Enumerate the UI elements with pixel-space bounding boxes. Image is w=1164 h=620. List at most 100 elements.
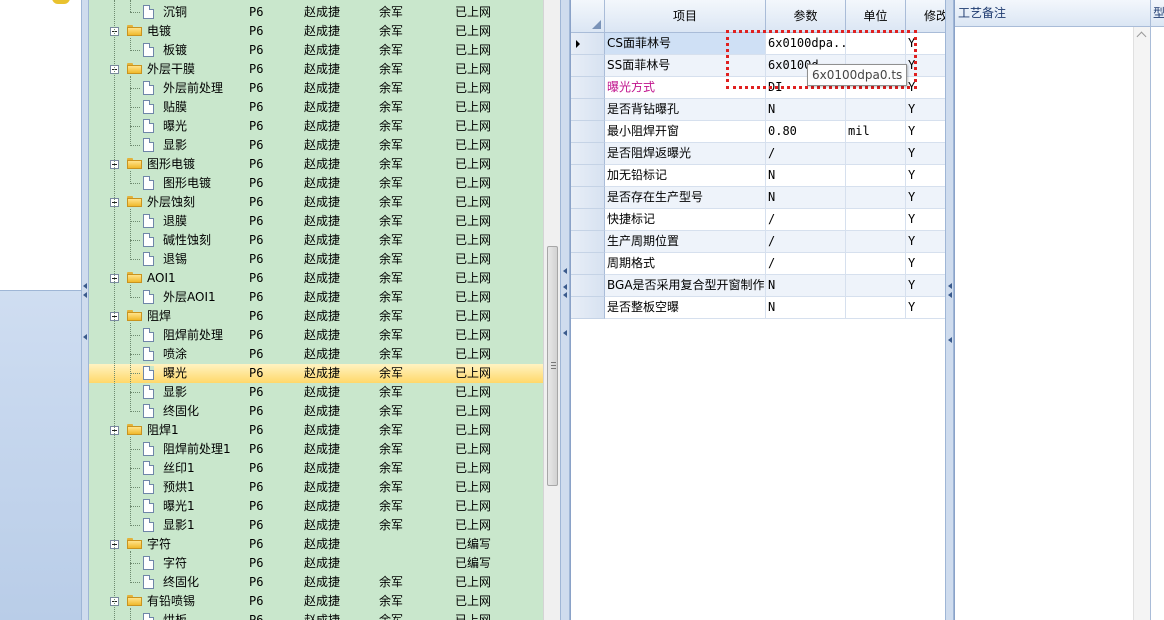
- grid-cell-modify[interactable]: Y: [906, 297, 945, 319]
- row-header[interactable]: [571, 33, 605, 55]
- grid-cell-modify[interactable]: Y: [906, 253, 945, 275]
- grid-cell-item[interactable]: 是否整板空曝: [605, 297, 766, 319]
- row-header[interactable]: [571, 253, 605, 275]
- collapse-arrow-icon[interactable]: [83, 292, 87, 298]
- tree-group-row[interactable]: AOI1 P6 赵成捷 余军 已上网: [89, 269, 543, 288]
- row-header[interactable]: [571, 165, 605, 187]
- grid-cell-modify[interactable]: Y: [906, 99, 945, 121]
- grid-cell-unit[interactable]: [846, 297, 906, 319]
- column-header-item[interactable]: 项目: [605, 0, 766, 33]
- grid-cell-param[interactable]: N: [766, 187, 846, 209]
- tree-item-row[interactable]: 阻焊前处理1 P6 赵成捷 余军 已上网: [89, 440, 543, 459]
- tree-item-row[interactable]: 板镀 P6 赵成捷 余军 已上网: [89, 41, 543, 60]
- tree-item-row[interactable]: 沉铜 P6 赵成捷 余军 已上网: [89, 3, 543, 22]
- scroll-up-icon[interactable]: [1136, 31, 1147, 42]
- grid-row[interactable]: 是否阻焊返曝光 / Y: [571, 143, 945, 165]
- tree-item-row[interactable]: 字符 P6 赵成捷 已编写: [89, 554, 543, 573]
- tree-item-row[interactable]: 显影 P6 赵成捷 余军 已上网: [89, 383, 543, 402]
- grid-cell-param[interactable]: /: [766, 143, 846, 165]
- grid-cell-param[interactable]: /: [766, 253, 846, 275]
- row-header[interactable]: [571, 143, 605, 165]
- column-header-param[interactable]: 参数: [766, 0, 846, 33]
- row-header[interactable]: [571, 99, 605, 121]
- grid-row[interactable]: 是否整板空曝 N Y: [571, 297, 945, 319]
- tree-item-row[interactable]: 曝光1 P6 赵成捷 余军 已上网: [89, 497, 543, 516]
- grid-cell-param[interactable]: N: [766, 99, 846, 121]
- row-header[interactable]: [571, 275, 605, 297]
- row-header[interactable]: [571, 209, 605, 231]
- splitter-left[interactable]: [81, 0, 89, 620]
- grid-corner[interactable]: [571, 0, 605, 33]
- grid-cell-modify[interactable]: Y: [906, 121, 945, 143]
- grid-cell-modify[interactable]: Y: [906, 143, 945, 165]
- grid-cell-item[interactable]: 生产周期位置: [605, 231, 766, 253]
- tree-item-row[interactable]: 显影1 P6 赵成捷 余军 已上网: [89, 516, 543, 535]
- tree-item-row[interactable]: 终固化 P6 赵成捷 余军 已上网: [89, 402, 543, 421]
- grid-cell-item[interactable]: 是否阻焊返曝光: [605, 143, 766, 165]
- tree-item-row[interactable]: 退锡 P6 赵成捷 余军 已上网: [89, 250, 543, 269]
- tree-item-row[interactable]: 预烘1 P6 赵成捷 余军 已上网: [89, 478, 543, 497]
- grid-cell-param[interactable]: N: [766, 275, 846, 297]
- grid-cell-item[interactable]: 加无铅标记: [605, 165, 766, 187]
- row-header[interactable]: [571, 77, 605, 99]
- tree-item-row[interactable]: 贴膜 P6 赵成捷 余军 已上网: [89, 98, 543, 117]
- grid-cell-param[interactable]: /: [766, 209, 846, 231]
- column-header-unit[interactable]: 单位: [846, 0, 906, 33]
- grid-row[interactable]: 快捷标记 / Y: [571, 209, 945, 231]
- grid-row[interactable]: 是否背钻曝孔 N Y: [571, 99, 945, 121]
- tree-group-row[interactable]: 阻焊 P6 赵成捷 余军 已上网: [89, 307, 543, 326]
- collapse-arrow-icon[interactable]: [83, 283, 87, 289]
- tree-group-row[interactable]: 阻焊1 P6 赵成捷 余军 已上网: [89, 421, 543, 440]
- collapse-arrow-icon[interactable]: [563, 268, 567, 274]
- collapse-arrow-icon[interactable]: [563, 284, 567, 290]
- nav-item-icon[interactable]: [52, 0, 70, 4]
- tree-item-row[interactable]: 曝光 P6 赵成捷 余军 已上网: [89, 364, 543, 383]
- collapse-arrow-icon[interactable]: [563, 330, 567, 336]
- grid-cell-unit[interactable]: [846, 99, 906, 121]
- tree-group-row[interactable]: 电镀 P6 赵成捷 余军 已上网: [89, 22, 543, 41]
- grid-row[interactable]: 是否存在生产型号 N Y: [571, 187, 945, 209]
- grid-cell-modify[interactable]: Y: [906, 275, 945, 297]
- tree-item-row[interactable]: 外层前处理 P6 赵成捷 余军 已上网: [89, 79, 543, 98]
- tree-group-row[interactable]: 字符 P6 赵成捷 已编写: [89, 535, 543, 554]
- grid-cell-unit[interactable]: [846, 143, 906, 165]
- row-header[interactable]: [571, 121, 605, 143]
- grid-cell-unit[interactable]: mil: [846, 121, 906, 143]
- grid-row[interactable]: 最小阻焊开窗 0.80 mil Y: [571, 121, 945, 143]
- grid-cell-unit[interactable]: [846, 187, 906, 209]
- grid-cell-modify[interactable]: Y: [906, 231, 945, 253]
- grid-cell-param[interactable]: N: [766, 165, 846, 187]
- remarks-scrollbar[interactable]: [1133, 27, 1150, 620]
- grid-cell-modify[interactable]: Y: [906, 165, 945, 187]
- tree-scrollbar[interactable]: [543, 0, 560, 620]
- tree-item-row[interactable]: 图形电镀 P6 赵成捷 余军 已上网: [89, 174, 543, 193]
- tree-item-row[interactable]: 退膜 P6 赵成捷 余军 已上网: [89, 212, 543, 231]
- grid-cell-param[interactable]: /: [766, 231, 846, 253]
- collapse-arrow-icon[interactable]: [948, 283, 952, 289]
- tree-item-row[interactable]: 曝光 P6 赵成捷 余军 已上网: [89, 117, 543, 136]
- tree-group-row[interactable]: 外层蚀刻 P6 赵成捷 余军 已上网: [89, 193, 543, 212]
- collapse-arrow-icon[interactable]: [83, 334, 87, 340]
- splitter-middle[interactable]: [560, 0, 570, 620]
- tree-item-row[interactable]: 烘板 P6 赵成捷 余军 已上网: [89, 611, 543, 620]
- grid-row[interactable]: BGA是否采用复合型开窗制作 N Y: [571, 275, 945, 297]
- tree-item-row[interactable]: 丝印1 P6 赵成捷 余军 已上网: [89, 459, 543, 478]
- grid-cell-item[interactable]: 周期格式: [605, 253, 766, 275]
- tree-group-row[interactable]: 外层干膜 P6 赵成捷 余军 已上网: [89, 60, 543, 79]
- grid-cell-param[interactable]: 0.80: [766, 121, 846, 143]
- grid-row[interactable]: 加无铅标记 N Y: [571, 165, 945, 187]
- tree-item-row[interactable]: 显影 P6 赵成捷 余军 已上网: [89, 136, 543, 155]
- tree-item-row[interactable]: 阻焊前处理 P6 赵成捷 余军 已上网: [89, 326, 543, 345]
- tree-item-row[interactable]: 碱性蚀刻 P6 赵成捷 余军 已上网: [89, 231, 543, 250]
- grid-cell-unit[interactable]: [846, 231, 906, 253]
- grid-cell-unit[interactable]: [846, 253, 906, 275]
- grid-row[interactable]: 周期格式 / Y: [571, 253, 945, 275]
- grid-cell-unit[interactable]: [846, 275, 906, 297]
- tree-group-row[interactable]: 图形电镀 P6 赵成捷 余军 已上网: [89, 155, 543, 174]
- grid-cell-unit[interactable]: [846, 209, 906, 231]
- grid-cell-modify[interactable]: Y: [906, 209, 945, 231]
- collapse-arrow-icon[interactable]: [948, 337, 952, 343]
- tree-group-row[interactable]: 有铅喷锡 P6 赵成捷 余军 已上网: [89, 592, 543, 611]
- grid-row[interactable]: 生产周期位置 / Y: [571, 231, 945, 253]
- grid-cell-modify[interactable]: Y: [906, 187, 945, 209]
